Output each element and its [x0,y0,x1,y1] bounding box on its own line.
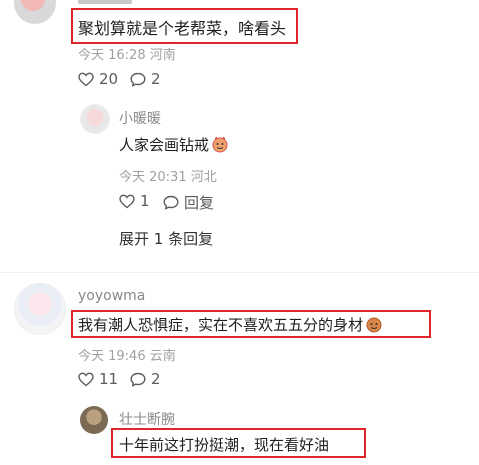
comment-bubble-icon [130,72,146,87]
comment-button[interactable]: 2 [130,70,161,88]
heart-outline-icon [119,194,135,208]
heart-outline-icon [78,372,94,386]
comment-location: 云南 [149,349,176,364]
avatar[interactable] [80,406,108,434]
expand-replies-link[interactable]: 展开 1 条回复 [119,228,213,249]
like-button[interactable]: 20 [78,70,118,88]
comment-meta: 今天 20:31 河北 [119,166,217,185]
comment-content: 人家会画钻戒 [119,134,229,157]
reply-count: 2 [151,70,161,88]
comment-location: 河南 [149,48,176,63]
avatar[interactable] [14,0,56,24]
comment-time: 今天 19:46 [78,349,146,364]
emoji-face-icon [365,315,383,337]
comment-bubble-icon [130,372,146,387]
comment-time: 今天 16:28 [78,48,146,63]
reply-count: 2 [151,370,161,388]
like-count: 1 [140,192,150,210]
avatar[interactable] [80,104,110,134]
comment-content: 聚划算就是个老帮菜，啥看头 [78,19,287,38]
divider [0,272,479,273]
like-button[interactable]: 1 [119,192,150,210]
comment-location: 河北 [190,170,217,185]
comment-meta: 今天 16:28 河南 [78,44,176,63]
avatar[interactable] [14,283,66,335]
comment-username[interactable]: 壮士断腕 [119,409,175,429]
comment-username[interactable]: yoyowma [78,288,145,304]
reply-button[interactable]: 回复 [163,192,214,213]
comment-button[interactable]: 2 [130,370,161,388]
comment-content: 十年前这打扮挺潮，现在看好油 [119,436,330,454]
like-count: 20 [99,70,119,88]
emoji-face-icon [211,135,229,157]
comment-bubble-icon [163,195,179,210]
comment-content: 我有潮人恐惧症，实在不喜欢五五分的身材 [78,314,383,337]
like-count: 11 [99,370,119,388]
comment-username[interactable]: 小暖暖 [119,108,161,128]
comment-username[interactable] [78,0,138,4]
like-button[interactable]: 11 [78,370,118,388]
comment-time: 今天 20:31 [119,170,187,185]
comment-meta: 今天 19:46 云南 [78,345,176,364]
heart-outline-icon [78,72,94,86]
reply-label: 回复 [184,194,215,212]
